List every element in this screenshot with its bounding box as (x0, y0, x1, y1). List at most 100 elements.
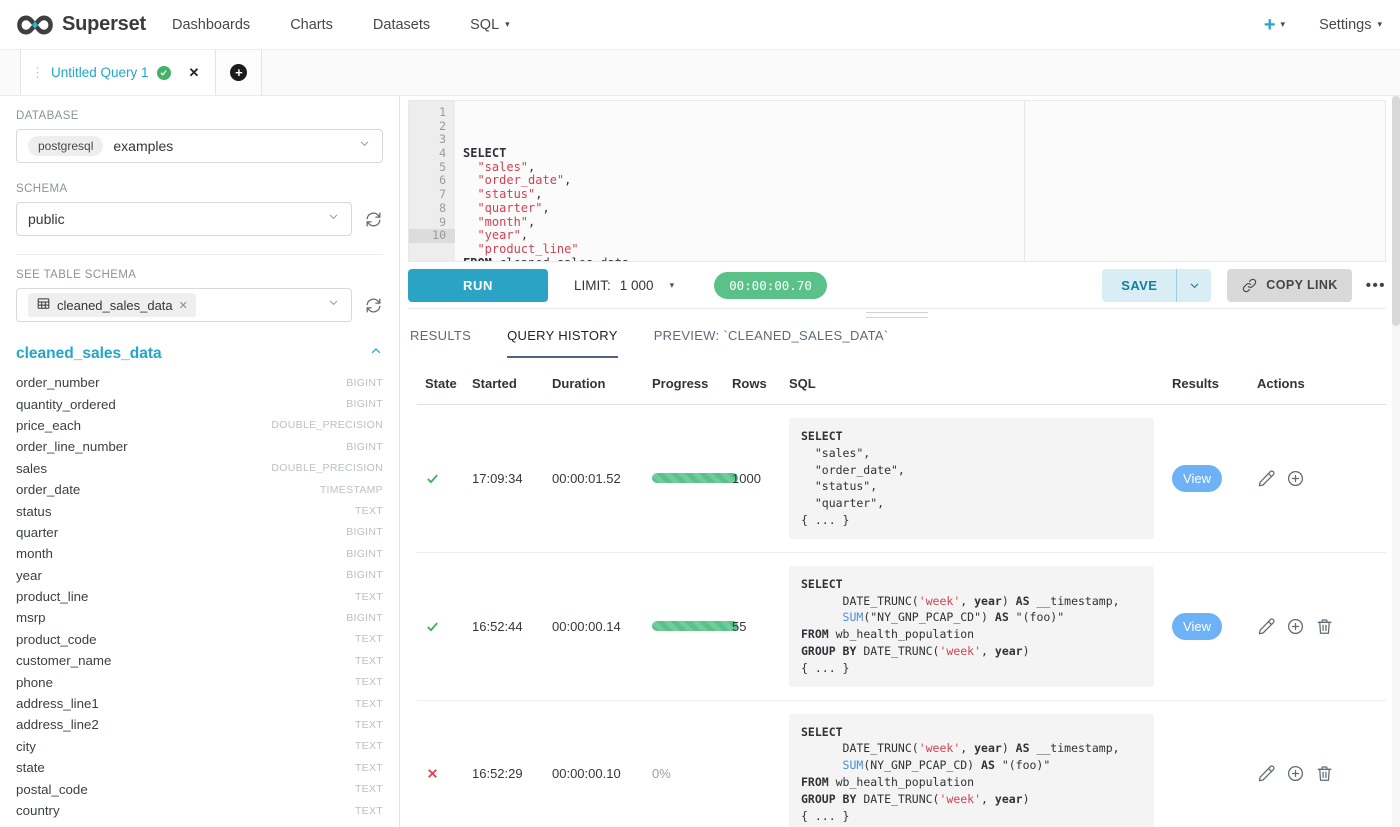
plus-circle-icon[interactable] (1286, 469, 1305, 488)
tab-query-history[interactable]: QUERY HISTORY (507, 328, 618, 358)
column-name: order_date (16, 482, 80, 497)
column-name: phone (16, 675, 53, 690)
code-line: "sales", (455, 161, 1385, 175)
save-button[interactable]: SAVE (1102, 269, 1176, 302)
column-name: address_line1 (16, 696, 99, 711)
schema-column-row: quarterBIGINT (16, 522, 383, 543)
query-started: 16:52:29 (472, 766, 552, 781)
run-button[interactable]: RUN (408, 269, 548, 302)
history-header-row: StateStartedDurationProgressRowsSQLResul… (417, 361, 1386, 405)
nav-item-dashboards[interactable]: Dashboards (172, 17, 250, 33)
trash-icon[interactable] (1315, 764, 1334, 783)
view-results-button[interactable]: View (1172, 613, 1222, 640)
column-name: month (16, 546, 53, 561)
code-line: "quarter", (455, 202, 1385, 216)
scrollbar-thumb[interactable] (1392, 96, 1400, 326)
remove-table-icon[interactable]: ✕ (179, 299, 188, 312)
sql-editor[interactable]: 12345678910 SELECT "sales", "order_date"… (408, 100, 1386, 262)
plus-circle-icon[interactable] (1286, 617, 1305, 636)
limit-value: 1 000 (620, 278, 654, 293)
see-table-schema-label: SEE TABLE SCHEMA (16, 269, 383, 281)
save-options-chevron-icon[interactable] (1177, 269, 1211, 302)
add-tab-button[interactable]: + (216, 50, 262, 95)
database-select[interactable]: postgresql examples (16, 129, 383, 163)
refresh-schema-icon[interactable] (364, 210, 383, 229)
plus-circle-icon[interactable] (1286, 764, 1305, 783)
edit-icon[interactable] (1257, 764, 1276, 783)
query-started: 16:52:44 (472, 619, 552, 634)
divider (16, 254, 383, 255)
column-name: postal_code (16, 782, 88, 797)
column-type: BIGINT (346, 526, 383, 538)
close-tab-icon[interactable]: ✕ (189, 65, 200, 81)
nav-item-sql[interactable]: SQL▾ (470, 17, 510, 33)
nav-item-charts[interactable]: Charts (290, 17, 333, 33)
new-item-dropdown[interactable]: + ▾ (1264, 15, 1285, 35)
table-select[interactable]: cleaned_sales_data ✕ (16, 288, 352, 322)
tab-preview-cleaned-sales-data[interactable]: PREVIEW: `CLEANED_SALES_DATA` (654, 328, 889, 358)
code-line: "month", (455, 216, 1385, 230)
nav-item-label: Dashboards (172, 17, 250, 33)
main-nav: Dashboards Charts Datasets SQL▾ (172, 17, 510, 33)
sql-snippet: SELECT "sales", "order_date", "status", … (789, 418, 1154, 539)
history-col-header: SQL (789, 376, 1172, 391)
sidebar: DATABASE postgresql examples SCHEMA publ… (0, 96, 400, 827)
edit-icon[interactable] (1257, 617, 1276, 636)
sql-snippet: SELECT DATE_TRUNC('week', year) AS __tim… (789, 714, 1154, 827)
edit-icon[interactable] (1257, 469, 1276, 488)
trash-icon[interactable] (1315, 617, 1334, 636)
superset-logo-icon (16, 13, 54, 37)
table-chip: cleaned_sales_data ✕ (28, 293, 196, 317)
nav-item-datasets[interactable]: Datasets (373, 17, 430, 33)
query-duration: 00:00:00.10 (552, 766, 652, 781)
schema-select[interactable]: public (16, 202, 352, 236)
column-type: TEXT (355, 655, 383, 667)
history-col-header: Duration (552, 376, 652, 391)
schema-label: SCHEMA (16, 183, 383, 195)
column-type: BIGINT (346, 441, 383, 453)
schema-column-row: order_numberBIGINT (16, 372, 383, 393)
expanded-table-name[interactable]: cleaned_sales_data (16, 345, 162, 363)
limit-label: LIMIT: (574, 278, 611, 293)
settings-label: Settings (1319, 17, 1371, 33)
column-name: order_line_number (16, 439, 128, 454)
brand[interactable]: Superset (16, 13, 146, 37)
query-failed-icon (417, 766, 472, 781)
refresh-tables-icon[interactable] (364, 296, 383, 315)
more-menu-button[interactable]: ••• (1366, 277, 1386, 294)
settings-dropdown[interactable]: Settings ▾ (1319, 17, 1382, 33)
nav-item-label: Datasets (373, 17, 430, 33)
splitter-grip[interactable] (866, 312, 928, 322)
code-line: SELECT (455, 147, 1385, 161)
caret-down-icon: ▾ (1281, 19, 1286, 30)
chevron-down-icon (358, 137, 371, 155)
query-success-icon (417, 471, 472, 486)
database-label: DATABASE (16, 110, 383, 122)
column-name: price_each (16, 418, 81, 433)
copy-link-button[interactable]: COPY LINK (1227, 269, 1351, 302)
schema-column-row: customer_nameTEXT (16, 650, 383, 671)
schema-column-row: yearBIGINT (16, 565, 383, 586)
tab-untitled-query[interactable]: ⋮ Untitled Query 1 ✕ (20, 50, 216, 95)
limit-dropdown[interactable]: LIMIT: 1 000 ▾ (574, 278, 674, 293)
query-timer-badge: 00:00:00.70 (714, 272, 827, 299)
column-name: sales (16, 461, 47, 476)
pane-splitter (408, 308, 1386, 320)
column-name: status (16, 504, 51, 519)
query-success-icon (417, 619, 472, 634)
line-number: 5 (409, 161, 455, 175)
view-results-button[interactable]: View (1172, 465, 1222, 492)
scrollbar-track (1392, 96, 1400, 827)
column-name: product_code (16, 632, 97, 647)
save-split-button: SAVE (1102, 269, 1211, 302)
schema-column-row: statusTEXT (16, 500, 383, 521)
collapse-table-icon[interactable] (369, 344, 383, 363)
drag-handle-icon: ⋮ (31, 65, 43, 81)
line-number: 2 (409, 120, 455, 134)
column-type: BIGINT (346, 569, 383, 581)
column-name: city (16, 739, 36, 754)
tab-results[interactable]: RESULTS (410, 328, 471, 358)
column-type: TEXT (355, 783, 383, 795)
query-tabstrip: ⋮ Untitled Query 1 ✕ + (0, 50, 1400, 96)
schema-column-row: phoneTEXT (16, 671, 383, 692)
